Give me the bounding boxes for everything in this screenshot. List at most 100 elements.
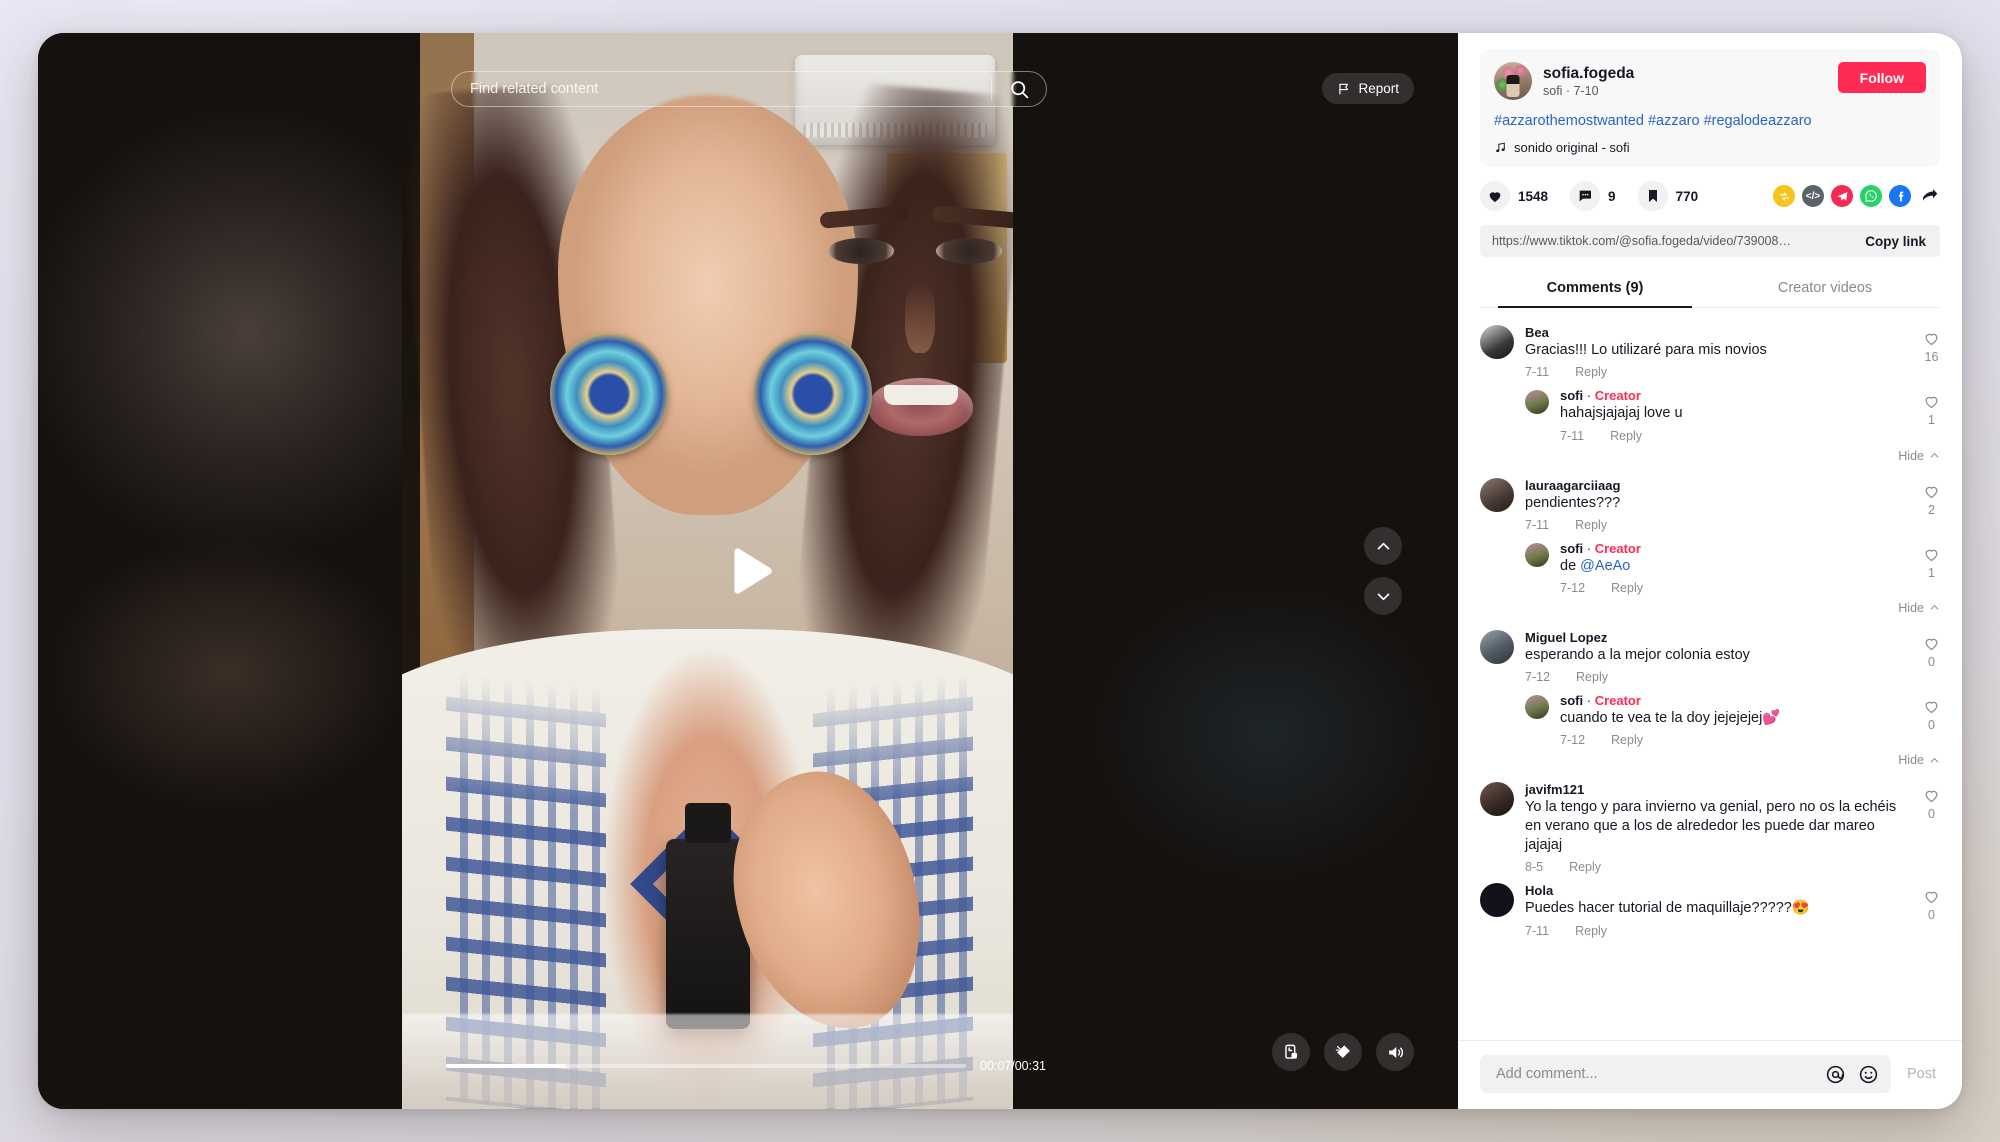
comment-meta: 7-11 Reply <box>1525 518 1906 532</box>
author-subtitle: sofi · 7-10 <box>1543 84 1599 99</box>
comment-text-prefix: de <box>1560 557 1581 574</box>
comment-like-button[interactable]: 1 <box>1923 393 1940 427</box>
comment-like-button[interactable]: 0 <box>1923 698 1940 732</box>
comment-like-count: 1 <box>1928 565 1935 580</box>
comment-text: Yo la tengo y para invierno va genial, p… <box>1525 799 1897 854</box>
comment-text: Gracias!!! Lo utilizaré para mis novios <box>1525 342 1767 359</box>
hide-replies-button[interactable]: Hide <box>1480 597 1940 623</box>
post-comment-button[interactable]: Post <box>1903 1066 1940 1082</box>
progress-scrubber[interactable] <box>446 1064 966 1068</box>
comment-meta: 7-12 Reply <box>1525 670 1906 684</box>
comment-like-button[interactable]: 0 <box>1923 888 1940 922</box>
comment-like-count: 0 <box>1928 717 1935 732</box>
comment-like-button[interactable]: 2 <box>1923 483 1940 517</box>
author-avatar[interactable] <box>1494 62 1532 100</box>
telegram-icon[interactable] <box>1831 185 1853 208</box>
find-related-content-bar[interactable] <box>451 71 1047 107</box>
facebook-icon[interactable] <box>1889 185 1911 208</box>
commenter-name[interactable]: lauraagarciiaag <box>1525 478 1906 493</box>
comment-like-count: 0 <box>1928 654 1935 669</box>
reply-button[interactable]: Reply <box>1569 860 1601 874</box>
commenter-name[interactable]: javifm121 <box>1525 782 1906 797</box>
commenter-name[interactable]: sofi · Creator <box>1560 693 1906 708</box>
reply-button[interactable]: Reply <box>1575 924 1607 938</box>
auto-scroll-icon[interactable] <box>1272 1033 1310 1071</box>
hide-label: Hide <box>1898 448 1924 463</box>
hide-label: Hide <box>1898 753 1924 768</box>
share-link-row[interactable]: https://www.tiktok.com/@sofia.fogeda/vid… <box>1480 225 1940 258</box>
comment-input-box[interactable] <box>1480 1055 1891 1093</box>
comment-text: de @AeAo <box>1560 557 1906 576</box>
comment-item: Bea Gracias!!! Lo utilizaré para mis nov… <box>1480 318 1940 381</box>
commenter-name[interactable]: Bea <box>1525 325 1906 340</box>
chevron-down-icon <box>1377 593 1389 600</box>
comment-like-count: 2 <box>1928 502 1935 517</box>
comments-list[interactable]: Bea Gracias!!! Lo utilizaré para mis nov… <box>1458 308 1962 1040</box>
commenter-avatar[interactable] <box>1525 694 1549 719</box>
previous-video-button[interactable] <box>1364 527 1402 565</box>
video-caption[interactable]: #azzarothemostwanted #azzaro #regalodeaz… <box>1494 111 1926 131</box>
commenter-avatar[interactable] <box>1525 390 1549 415</box>
reply-button[interactable]: Reply <box>1575 365 1607 379</box>
commenter-name[interactable]: sofi · Creator <box>1560 388 1906 403</box>
reply-button[interactable]: Reply <box>1576 670 1608 684</box>
like-stat[interactable]: 1548 <box>1480 181 1548 212</box>
next-video-button[interactable] <box>1364 577 1402 615</box>
comment-meta: 7-12 Reply <box>1560 733 1906 747</box>
search-input[interactable] <box>452 81 991 97</box>
heart-icon <box>1925 790 1938 803</box>
comment-stat[interactable]: 9 <box>1570 181 1616 212</box>
engagement-stats-row: 1548 9 770 </> <box>1458 167 1962 221</box>
whatsapp-icon[interactable] <box>1860 185 1882 208</box>
music-note-icon <box>1496 142 1505 153</box>
music-row[interactable]: sonido original - sofi <box>1494 140 1926 155</box>
copy-link-button[interactable]: Copy link <box>1851 225 1940 258</box>
reply-button[interactable]: Reply <box>1611 581 1643 595</box>
reply-author: sofi <box>1560 692 1584 708</box>
comment-reply-item: sofi · Creator de @AeAo 7-12 Reply 1 <box>1525 534 1940 597</box>
comment-date: 7-11 <box>1525 923 1550 938</box>
comment-text: Puedes hacer tutorial de maquillaje?????… <box>1525 900 1810 917</box>
at-mention-icon[interactable] <box>1825 1064 1846 1085</box>
commenter-avatar[interactable] <box>1480 782 1514 817</box>
comment-date: 7-12 <box>1560 580 1586 595</box>
sidebar-top: sofia.fogeda sofi · 7-10 Follow #azzarot… <box>1458 33 1962 168</box>
volume-icon[interactable] <box>1376 1033 1414 1071</box>
comment-bubble-icon <box>1570 181 1601 212</box>
video-url: https://www.tiktok.com/@sofia.fogeda/vid… <box>1492 234 1791 249</box>
commenter-avatar[interactable] <box>1480 325 1514 360</box>
bookmark-stat[interactable]: 770 <box>1637 181 1698 212</box>
comment-like-button[interactable]: 1 <box>1923 546 1940 580</box>
commenter-avatar[interactable] <box>1480 629 1514 664</box>
heart-icon <box>1925 486 1938 498</box>
share-arrow-icon[interactable] <box>1918 185 1940 207</box>
mention-link[interactable]: @AeAo <box>1580 558 1630 574</box>
hide-replies-button[interactable]: Hide <box>1480 445 1940 471</box>
commenter-avatar[interactable] <box>1525 542 1549 567</box>
comment-like-button[interactable]: 16 <box>1923 330 1940 364</box>
reply-button[interactable]: Reply <box>1610 429 1642 443</box>
author-username[interactable]: sofia.fogeda <box>1543 64 1634 83</box>
video-player-pane[interactable]: Report <box>38 33 1458 1109</box>
reply-button[interactable]: Reply <box>1611 733 1643 747</box>
commenter-name[interactable]: Hola <box>1525 883 1906 898</box>
commenter-name[interactable]: Miguel Lopez <box>1525 630 1906 645</box>
emoji-smiley-icon[interactable] <box>1858 1064 1879 1085</box>
search-icon[interactable] <box>992 72 1046 106</box>
embed-code-icon[interactable]: </> <box>1802 185 1824 208</box>
commenter-avatar[interactable] <box>1480 477 1514 512</box>
comment-like-button[interactable]: 0 <box>1923 635 1940 669</box>
hide-replies-button[interactable]: Hide <box>1480 749 1940 775</box>
commenter-avatar[interactable] <box>1480 883 1514 918</box>
tab-creator-videos[interactable]: Creator videos <box>1710 271 1940 307</box>
comment-like-button[interactable]: 0 <box>1923 787 1940 821</box>
follow-button[interactable]: Follow <box>1837 62 1926 93</box>
report-button[interactable]: Report <box>1322 73 1414 104</box>
reply-button[interactable]: Reply <box>1575 518 1607 532</box>
clean-mode-icon[interactable] <box>1324 1033 1362 1071</box>
commenter-name[interactable]: sofi · Creator <box>1560 541 1906 556</box>
comment-input[interactable] <box>1496 1066 1813 1082</box>
tab-comments[interactable]: Comments (9) <box>1480 271 1710 309</box>
play-button[interactable] <box>703 526 793 616</box>
repost-icon[interactable] <box>1773 185 1795 208</box>
